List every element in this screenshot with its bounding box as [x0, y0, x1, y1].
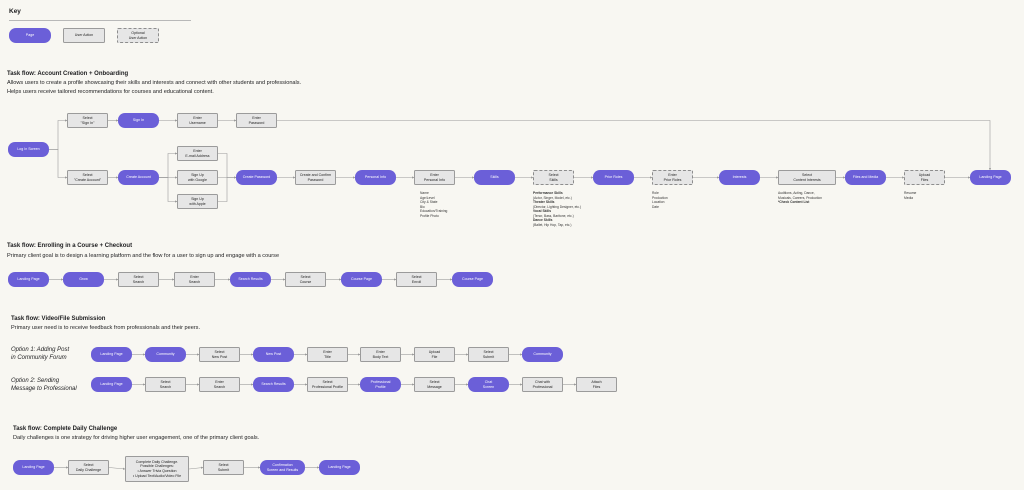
- flow2-title: Task flow: Enrolling in a Course + Check…: [7, 243, 133, 249]
- node-login-screen[interactable]: Log In Screen: [8, 142, 49, 157]
- node-enter-password[interactable]: Enter Password: [236, 113, 277, 128]
- option1-line2: in Community Forum: [11, 355, 67, 361]
- opt1-node-3[interactable]: Select New Post: [199, 347, 240, 362]
- node-select-skills[interactable]: Select Skills: [533, 170, 574, 185]
- flow3-desc: Primary user need is to receive feedback…: [11, 325, 201, 331]
- node-enter-username[interactable]: Enter Username: [177, 113, 218, 128]
- opt2-node-9[interactable]: Chat with Professional: [522, 377, 563, 392]
- flow4-desc: Daily challenges is one strategy for dri…: [13, 435, 260, 441]
- opt1-node-2[interactable]: Community: [145, 347, 186, 362]
- node-enter-prior-roles[interactable]: Enter Prior Roles: [652, 170, 693, 185]
- option2-line1: Option 2: Sending: [11, 378, 60, 384]
- note-prior-roles: Role Production Location Date: [652, 191, 668, 209]
- key-optional-action: Optional User Action: [117, 28, 159, 43]
- node-sign-in[interactable]: Sign In: [118, 113, 159, 128]
- option1-label: Option 1: Adding Post in Community Forum: [11, 346, 69, 362]
- node-interests[interactable]: Interests: [719, 170, 760, 185]
- connector: [218, 177, 228, 202]
- connector: [159, 152, 178, 178]
- opt2-node-6[interactable]: Professional Profile: [360, 377, 401, 392]
- flow4-node-5[interactable]: Confirmation Screen and Results: [260, 460, 305, 475]
- connector: [277, 120, 992, 171]
- option1-line1: Option 1: Adding Post: [11, 347, 70, 353]
- node-select-content-interests[interactable]: Select Content Interests: [778, 170, 836, 185]
- flow2-node-5[interactable]: Search Results: [230, 272, 271, 287]
- note-skills: Performance Skills (Actor, Singer, Model…: [533, 191, 581, 227]
- flow2-node-3[interactable]: Select Search: [118, 272, 159, 287]
- flow2-node-7[interactable]: Course Page: [341, 272, 382, 287]
- opt2-node-10[interactable]: Attach Files: [576, 377, 617, 392]
- opt1-node-4[interactable]: New Post: [253, 347, 294, 362]
- node-create-confirm-password[interactable]: Create and Confirm Password: [295, 170, 336, 185]
- flow-connectors: [49, 119, 992, 470]
- opt2-node-3[interactable]: Enter Search: [199, 377, 240, 392]
- note-line: Education/Training: [420, 209, 448, 213]
- flow2-desc: Primary client goal is to design a learn…: [7, 253, 280, 259]
- option2-label: Option 2: Sending Message to Professiona…: [11, 377, 77, 393]
- flow1-desc-1: Allows users to create a profile showcas…: [7, 80, 302, 86]
- node-landing-page[interactable]: Landing Page: [970, 170, 1011, 185]
- flow2-node-6[interactable]: Select Course: [285, 272, 326, 287]
- node-create-password[interactable]: Create Password: [236, 170, 277, 185]
- key-user-action: User Action: [63, 28, 105, 43]
- node-sign-up-apple[interactable]: Sign Up with Apple: [177, 194, 218, 209]
- flow4-title: Task flow: Complete Daily Challenge: [13, 426, 118, 432]
- note-interests: Auditions, Acting, Dance, Musicals, Care…: [778, 191, 822, 205]
- opt2-node-1[interactable]: Landing Page: [91, 377, 132, 392]
- node-files-and-media[interactable]: Files and Media: [845, 170, 886, 185]
- node-enter-email[interactable]: Enter E-mail Address: [177, 146, 218, 161]
- node-create-account[interactable]: Create Account: [118, 170, 159, 185]
- connector: [49, 149, 68, 179]
- opt1-node-5[interactable]: Enter Title: [307, 347, 348, 362]
- node-prior-roles[interactable]: Prior Roles: [593, 170, 634, 185]
- connector: [159, 177, 178, 203]
- opt1-node-6[interactable]: Enter Body Text: [360, 347, 401, 362]
- node-skills[interactable]: Skills: [474, 170, 515, 185]
- node-select-sign-in[interactable]: Select "Sign In": [67, 113, 108, 128]
- flow1-title: Task flow: Account Creation + Onboarding: [7, 71, 129, 77]
- flow4-node-4[interactable]: Select Submit: [203, 460, 244, 475]
- flow2-node-2[interactable]: Grow: [63, 272, 104, 287]
- node-upload-files[interactable]: Upload Files: [904, 170, 945, 185]
- note-files: Resume Media: [904, 191, 916, 200]
- opt1-node-9[interactable]: Community: [522, 347, 563, 362]
- note-line: *Check Content List: [778, 200, 810, 204]
- flow2-node-8[interactable]: Select Enroll: [396, 272, 437, 287]
- option2-line2: Message to Professional: [11, 386, 77, 392]
- flow4-node-3[interactable]: Complete Daily Challenge. Possible Chall…: [125, 456, 189, 482]
- opt1-node-7[interactable]: Upload File: [414, 347, 455, 362]
- note-line: Date: [652, 204, 659, 209]
- note-personal-info: Name Age/Level City & State Bio Educatio…: [420, 191, 447, 218]
- connector: [108, 467, 126, 470]
- key-divider: [9, 20, 191, 21]
- opt1-node-8[interactable]: Select Submit: [468, 347, 509, 362]
- flow2-node-9[interactable]: Course Page: [452, 272, 493, 287]
- connector: [49, 119, 68, 150]
- key-page: Page: [9, 28, 51, 43]
- key-title: Key: [9, 8, 21, 15]
- flow4-node-1[interactable]: Landing Page: [13, 460, 54, 475]
- note-line: Resume: [904, 191, 917, 195]
- connector: [188, 466, 204, 470]
- opt2-node-7[interactable]: Select Message: [414, 377, 455, 392]
- node-personal-info[interactable]: Personal Info: [355, 170, 396, 185]
- opt2-node-2[interactable]: Select Search: [145, 377, 186, 392]
- opt2-node-5[interactable]: Select Professional Profile: [307, 377, 348, 392]
- node-select-create-account[interactable]: Select "Create Account": [67, 170, 108, 185]
- node-sign-up-google[interactable]: Sign Up with Google: [177, 170, 218, 185]
- flow3-title: Task flow: Video/File Submission: [11, 316, 106, 322]
- note-line: Profile Photo: [420, 213, 439, 218]
- connector: [218, 153, 237, 179]
- node-enter-personal-info[interactable]: Enter Personal Info: [414, 170, 455, 185]
- opt1-node-1[interactable]: Landing Page: [91, 347, 132, 362]
- flow4-node-6[interactable]: Landing Page: [319, 460, 360, 475]
- flow2-node-1[interactable]: Landing Page: [8, 272, 49, 287]
- note-line: (Ballet, Hip Hop, Tap, etc.): [533, 222, 572, 227]
- note-line: Media: [904, 195, 913, 200]
- opt2-node-8[interactable]: Chat Screen: [468, 377, 509, 392]
- opt2-node-4[interactable]: Search Results: [253, 377, 294, 392]
- flow1-desc-2: Helps users receive tailored recommendat…: [7, 89, 214, 95]
- flow2-node-4[interactable]: Enter Search: [174, 272, 215, 287]
- flow4-node-2[interactable]: Select Daily Challenge: [68, 460, 109, 475]
